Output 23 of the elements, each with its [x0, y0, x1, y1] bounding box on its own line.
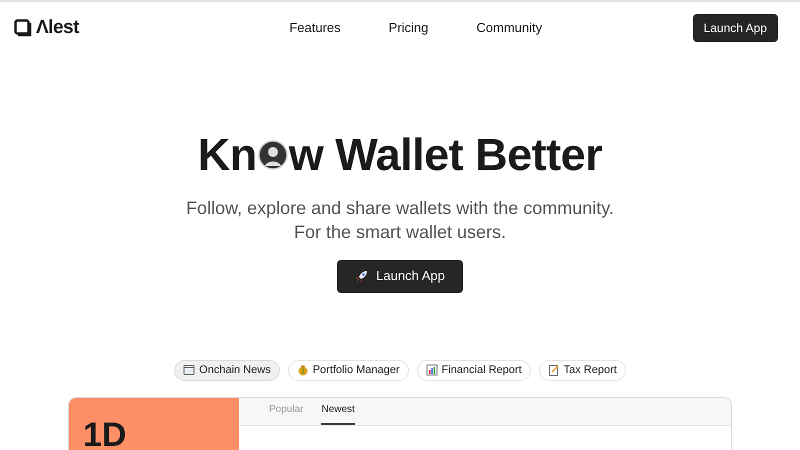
- nav-link[interactable]: Community: [476, 18, 542, 38]
- logo-icon: [14, 19, 32, 37]
- feed-tab[interactable]: Newest: [321, 402, 355, 424]
- logo-text: Λlest: [36, 16, 79, 40]
- category-chip[interactable]: Financial Report: [416, 360, 531, 380]
- bar-chart-icon: [426, 364, 438, 376]
- nav-link[interactable]: Pricing: [388, 18, 428, 38]
- newspaper-icon: [183, 364, 196, 376]
- subtitle-line: For the smart wallet users.: [292, 220, 508, 244]
- memo-icon: [548, 364, 560, 376]
- category-chip[interactable]: Tax Report: [538, 360, 626, 380]
- category-chip[interactable]: Onchain News: [174, 360, 280, 380]
- nav-link[interactable]: Features: [289, 18, 341, 38]
- rocket-icon: [355, 270, 368, 282]
- launch-app-button[interactable]: Launch App: [692, 14, 778, 42]
- hero-title-end: w Wallet Better: [288, 130, 602, 180]
- category-chip[interactable]: Portfolio Manager: [288, 360, 409, 380]
- subtitle-line: Follow, explore and share wallets with the community.: [185, 196, 615, 220]
- money-bag-icon: [296, 364, 309, 376]
- avatar-icon: [258, 140, 288, 170]
- period-panel: 1D: [69, 398, 239, 450]
- launch-app-button[interactable]: Launch App: [337, 260, 463, 292]
- hero-title-start: Kn: [198, 130, 257, 180]
